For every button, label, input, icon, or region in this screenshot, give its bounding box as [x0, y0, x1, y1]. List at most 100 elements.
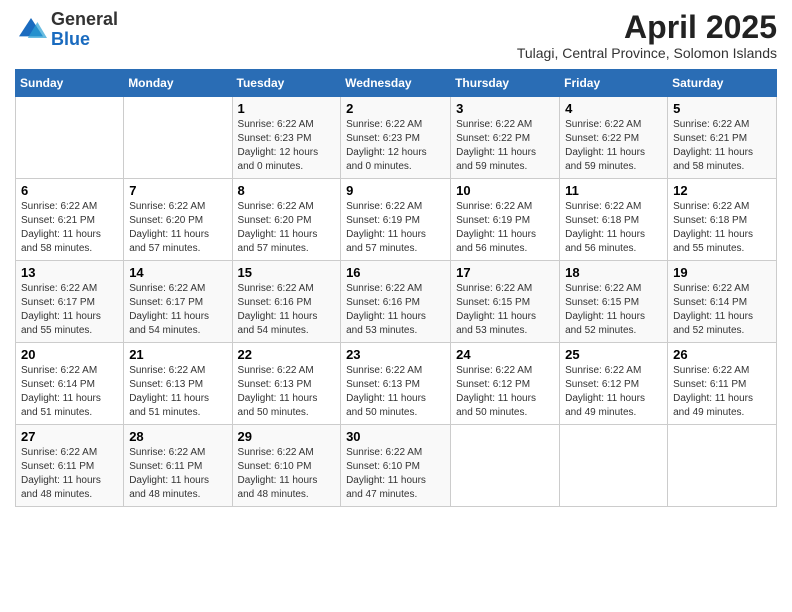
- day-number: 7: [129, 183, 226, 198]
- calendar-cell: [668, 425, 777, 507]
- day-info: Sunrise: 6:22 AM Sunset: 6:10 PM Dayligh…: [346, 446, 445, 502]
- day-info: Sunrise: 6:22 AM Sunset: 6:11 PM Dayligh…: [21, 446, 118, 502]
- calendar-cell: 24 Sunrise: 6:22 AM Sunset: 6:12 PM Dayli…: [451, 343, 560, 425]
- day-number: 22: [238, 347, 336, 362]
- title-block: April 2025 Tulagi, Central Province, Sol…: [517, 10, 777, 61]
- calendar-cell: 28 Sunrise: 6:22 AM Sunset: 6:11 PM Dayli…: [124, 425, 232, 507]
- calendar-cell: 7 Sunrise: 6:22 AM Sunset: 6:20 PM Daylig…: [124, 179, 232, 261]
- day-number: 1: [238, 101, 336, 116]
- day-number: 26: [673, 347, 771, 362]
- week-row-3: 13 Sunrise: 6:22 AM Sunset: 6:17 PM Dayli…: [16, 261, 777, 343]
- calendar-cell: 27Sunrise: 6:22 AM Sunset: 6:11 PM Dayli…: [16, 425, 124, 507]
- calendar-cell: 22 Sunrise: 6:22 AM Sunset: 6:13 PM Dayli…: [232, 343, 341, 425]
- calendar-cell: 29Sunrise: 6:22 AM Sunset: 6:10 PM Dayli…: [232, 425, 341, 507]
- calendar-cell: 4 Sunrise: 6:22 AM Sunset: 6:22 PM Daylig…: [560, 97, 668, 179]
- day-number: 2: [346, 101, 445, 116]
- weekday-header-tuesday: Tuesday: [232, 70, 341, 97]
- day-number: 20: [21, 347, 118, 362]
- calendar-cell: [451, 425, 560, 507]
- weekday-header-wednesday: Wednesday: [341, 70, 451, 97]
- day-number: 9: [346, 183, 445, 198]
- calendar-cell: 16Sunrise: 6:22 AM Sunset: 6:16 PM Dayli…: [341, 261, 451, 343]
- weekday-header-friday: Friday: [560, 70, 668, 97]
- calendar-cell: [124, 97, 232, 179]
- day-number: 14: [129, 265, 226, 280]
- day-info: Sunrise: 6:22 AM Sunset: 6:19 PM Dayligh…: [346, 200, 445, 256]
- day-number: 23: [346, 347, 445, 362]
- weekday-header-monday: Monday: [124, 70, 232, 97]
- weekday-header-thursday: Thursday: [451, 70, 560, 97]
- logo: General Blue: [15, 10, 118, 50]
- calendar-cell: 19Sunrise: 6:22 AM Sunset: 6:14 PM Dayli…: [668, 261, 777, 343]
- calendar-cell: 9 Sunrise: 6:22 AM Sunset: 6:19 PM Daylig…: [341, 179, 451, 261]
- day-number: 4: [565, 101, 662, 116]
- calendar-cell: 2Sunrise: 6:22 AM Sunset: 6:23 PM Daylig…: [341, 97, 451, 179]
- calendar-cell: 5 Sunrise: 6:22 AM Sunset: 6:21 PM Daylig…: [668, 97, 777, 179]
- day-number: 25: [565, 347, 662, 362]
- weekday-header-saturday: Saturday: [668, 70, 777, 97]
- day-info: Sunrise: 6:22 AM Sunset: 6:18 PM Dayligh…: [565, 200, 662, 256]
- calendar-cell: 26Sunrise: 6:22 AM Sunset: 6:11 PM Dayli…: [668, 343, 777, 425]
- day-number: 30: [346, 429, 445, 444]
- calendar-cell: 11 Sunrise: 6:22 AM Sunset: 6:18 PM Dayli…: [560, 179, 668, 261]
- day-number: 5: [673, 101, 771, 116]
- logo-text: General Blue: [51, 10, 118, 50]
- weekday-header-row: SundayMondayTuesdayWednesdayThursdayFrid…: [16, 70, 777, 97]
- day-info: Sunrise: 6:22 AM Sunset: 6:15 PM Dayligh…: [565, 282, 662, 338]
- day-info: Sunrise: 6:22 AM Sunset: 6:16 PM Dayligh…: [238, 282, 336, 338]
- calendar-cell: [16, 97, 124, 179]
- calendar-cell: 8Sunrise: 6:22 AM Sunset: 6:20 PM Daylig…: [232, 179, 341, 261]
- day-info: Sunrise: 6:22 AM Sunset: 6:22 PM Dayligh…: [565, 118, 662, 174]
- day-info: Sunrise: 6:22 AM Sunset: 6:17 PM Dayligh…: [21, 282, 118, 338]
- day-info: Sunrise: 6:22 AM Sunset: 6:13 PM Dayligh…: [129, 364, 226, 420]
- day-number: 13: [21, 265, 118, 280]
- day-number: 6: [21, 183, 118, 198]
- calendar-cell: 12Sunrise: 6:22 AM Sunset: 6:18 PM Dayli…: [668, 179, 777, 261]
- logo-icon: [15, 14, 47, 46]
- day-info: Sunrise: 6:22 AM Sunset: 6:16 PM Dayligh…: [346, 282, 445, 338]
- day-info: Sunrise: 6:22 AM Sunset: 6:13 PM Dayligh…: [238, 364, 336, 420]
- day-info: Sunrise: 6:22 AM Sunset: 6:13 PM Dayligh…: [346, 364, 445, 420]
- page-header: General Blue April 2025 Tulagi, Central …: [15, 10, 777, 61]
- week-row-1: 1 Sunrise: 6:22 AM Sunset: 6:23 PM Daylig…: [16, 97, 777, 179]
- day-info: Sunrise: 6:22 AM Sunset: 6:11 PM Dayligh…: [129, 446, 226, 502]
- week-row-2: 6 Sunrise: 6:22 AM Sunset: 6:21 PM Daylig…: [16, 179, 777, 261]
- day-info: Sunrise: 6:22 AM Sunset: 6:19 PM Dayligh…: [456, 200, 554, 256]
- day-info: Sunrise: 6:22 AM Sunset: 6:12 PM Dayligh…: [565, 364, 662, 420]
- day-number: 21: [129, 347, 226, 362]
- day-number: 17: [456, 265, 554, 280]
- calendar-cell: 23 Sunrise: 6:22 AM Sunset: 6:13 PM Dayli…: [341, 343, 451, 425]
- day-info: Sunrise: 6:22 AM Sunset: 6:23 PM Dayligh…: [238, 118, 336, 174]
- day-number: 11: [565, 183, 662, 198]
- calendar-cell: 17Sunrise: 6:22 AM Sunset: 6:15 PM Dayli…: [451, 261, 560, 343]
- calendar-cell: 3 Sunrise: 6:22 AM Sunset: 6:22 PM Daylig…: [451, 97, 560, 179]
- calendar-cell: 13 Sunrise: 6:22 AM Sunset: 6:17 PM Dayli…: [16, 261, 124, 343]
- week-row-5: 27Sunrise: 6:22 AM Sunset: 6:11 PM Dayli…: [16, 425, 777, 507]
- day-number: 24: [456, 347, 554, 362]
- day-info: Sunrise: 6:22 AM Sunset: 6:21 PM Dayligh…: [673, 118, 771, 174]
- day-number: 15: [238, 265, 336, 280]
- day-info: Sunrise: 6:22 AM Sunset: 6:12 PM Dayligh…: [456, 364, 554, 420]
- day-info: Sunrise: 6:22 AM Sunset: 6:18 PM Dayligh…: [673, 200, 771, 256]
- day-number: 3: [456, 101, 554, 116]
- calendar-cell: 6 Sunrise: 6:22 AM Sunset: 6:21 PM Daylig…: [16, 179, 124, 261]
- day-info: Sunrise: 6:22 AM Sunset: 6:20 PM Dayligh…: [238, 200, 336, 256]
- day-info: Sunrise: 6:22 AM Sunset: 6:22 PM Dayligh…: [456, 118, 554, 174]
- month-year-title: April 2025: [517, 10, 777, 45]
- week-row-4: 20 Sunrise: 6:22 AM Sunset: 6:14 PM Dayli…: [16, 343, 777, 425]
- calendar-cell: 30 Sunrise: 6:22 AM Sunset: 6:10 PM Dayli…: [341, 425, 451, 507]
- day-info: Sunrise: 6:22 AM Sunset: 6:20 PM Dayligh…: [129, 200, 226, 256]
- day-info: Sunrise: 6:22 AM Sunset: 6:17 PM Dayligh…: [129, 282, 226, 338]
- calendar-cell: [560, 425, 668, 507]
- calendar-table: SundayMondayTuesdayWednesdayThursdayFrid…: [15, 69, 777, 507]
- day-info: Sunrise: 6:22 AM Sunset: 6:14 PM Dayligh…: [21, 364, 118, 420]
- day-number: 18: [565, 265, 662, 280]
- calendar-cell: 15 Sunrise: 6:22 AM Sunset: 6:16 PM Dayli…: [232, 261, 341, 343]
- calendar-cell: 20 Sunrise: 6:22 AM Sunset: 6:14 PM Dayli…: [16, 343, 124, 425]
- day-number: 28: [129, 429, 226, 444]
- calendar-cell: 18 Sunrise: 6:22 AM Sunset: 6:15 PM Dayli…: [560, 261, 668, 343]
- calendar-cell: 25 Sunrise: 6:22 AM Sunset: 6:12 PM Dayli…: [560, 343, 668, 425]
- calendar-cell: 14 Sunrise: 6:22 AM Sunset: 6:17 PM Dayli…: [124, 261, 232, 343]
- calendar-cell: 10Sunrise: 6:22 AM Sunset: 6:19 PM Dayli…: [451, 179, 560, 261]
- day-info: Sunrise: 6:22 AM Sunset: 6:21 PM Dayligh…: [21, 200, 118, 256]
